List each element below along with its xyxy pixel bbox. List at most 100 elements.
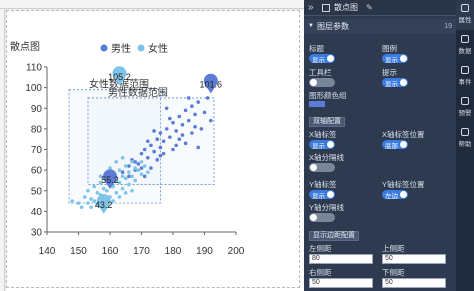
label-y-split: Y轴分隔线	[309, 203, 345, 212]
scatter-point	[79, 205, 84, 210]
scatter-point	[193, 125, 197, 129]
region-label: 男性数据范围	[108, 86, 168, 99]
scatter-point	[130, 174, 134, 179]
scatter-point	[199, 127, 204, 131]
tab-events[interactable]: 事件	[456, 62, 474, 92]
scatter-point	[108, 166, 112, 170]
bottom-margin-input[interactable]: 50	[382, 278, 446, 288]
scatter-point	[120, 170, 125, 174]
toggle-y-tick[interactable]: 显示	[309, 190, 335, 200]
chart-legend[interactable]: 男性 女性	[100, 42, 169, 55]
label-left-margin: 左侧距	[309, 244, 332, 253]
expand-icon: ▼	[308, 23, 314, 29]
scatter-point	[120, 155, 125, 160]
scatter-point	[161, 151, 166, 156]
scatter-point	[149, 166, 153, 170]
scatter-point	[86, 201, 90, 205]
edit-icon[interactable]: ✎	[366, 3, 373, 12]
label-bottom-margin: 下侧距	[382, 268, 405, 277]
color-group-swatch[interactable]	[309, 101, 325, 107]
scatter-point	[76, 201, 81, 205]
scatter-point	[161, 139, 166, 144]
scatter-point	[190, 131, 194, 135]
x-tick-label: 140	[39, 246, 56, 257]
scatter-point	[158, 153, 163, 158]
scatter-point	[123, 176, 128, 181]
marker-pin: 101.6	[200, 73, 223, 94]
right-margin-input[interactable]: 50	[309, 278, 373, 288]
scatter-point	[70, 199, 74, 203]
data-icon	[461, 35, 469, 43]
scatter-point	[120, 174, 125, 179]
tab-help[interactable]: 帮助	[456, 124, 474, 154]
scatter-point	[174, 143, 178, 148]
scatter-point	[136, 168, 141, 172]
legend-label-male: 男性	[111, 42, 131, 55]
x-tick-label: 190	[196, 246, 213, 257]
toggle-toolbar[interactable]	[309, 78, 335, 87]
tab-properties[interactable]: 属性	[456, 0, 474, 30]
label-legend: 图例	[382, 44, 397, 53]
tab-alerts[interactable]: 预警	[456, 93, 474, 123]
scatter-point	[92, 184, 97, 189]
toggle-y-tick-pos[interactable]: 左边	[382, 190, 408, 200]
label-right-margin: 右侧距	[309, 268, 332, 277]
label-x-tick-pos: X轴标签位置	[382, 130, 425, 139]
scatter-point	[133, 178, 137, 183]
scatter-point	[136, 162, 141, 166]
scatter-point	[142, 164, 147, 168]
scatter-point	[186, 96, 191, 100]
section-layer-params[interactable]: ▼ 图层参数 19	[304, 19, 456, 33]
tab-data[interactable]: 数据	[456, 31, 474, 61]
toggle-tooltip[interactable]: 显示	[382, 78, 408, 88]
scatter-point	[95, 191, 100, 195]
dual-axis-button[interactable]: 双轴配置	[309, 117, 345, 127]
marker-pin-label: 43.2	[95, 200, 113, 210]
toggle-x-split[interactable]	[309, 163, 335, 172]
toggle-legend[interactable]: 显示	[382, 54, 408, 64]
scatter-point	[89, 205, 93, 210]
scatter-point	[142, 174, 147, 179]
scatter-point	[114, 160, 119, 164]
scatter-point	[101, 186, 106, 191]
panel-header: » 散点图 ✎	[304, 0, 456, 16]
chart-type-icon	[322, 3, 330, 12]
marker-pin-label: 55.2	[101, 175, 119, 185]
scatter-point	[120, 186, 125, 191]
scatter-point	[168, 135, 172, 139]
scatter-point	[196, 100, 200, 104]
y-tick-label: 50	[31, 186, 43, 197]
scatter-point	[177, 114, 182, 119]
scatter-point	[139, 151, 144, 156]
margin-config-button[interactable]: 显示边距配置	[309, 231, 359, 241]
scatter-point	[193, 112, 197, 117]
scatter-point	[164, 127, 169, 131]
label-y-tick-pos: Y轴标签位置	[382, 180, 425, 189]
scatter-point	[139, 172, 144, 177]
scatter-chart: 散点图 男性 女性 140 150 160 170 180 190 200 30 40 50 60 7…	[10, 40, 245, 257]
left-margin-input[interactable]: 80	[309, 254, 373, 264]
scatter-point	[133, 160, 137, 164]
help-icon	[461, 128, 469, 136]
toggle-x-tick[interactable]: 显示	[309, 140, 335, 150]
side-tab-bar: 属性 数据 事件 预警 帮助	[456, 0, 474, 291]
legend-swatch-male	[100, 44, 108, 52]
scatter-point	[83, 195, 87, 199]
chart-title: 散点图	[10, 40, 40, 53]
scatter-point	[127, 182, 131, 187]
scatter-point	[205, 96, 210, 100]
collapse-icon[interactable]: »	[308, 2, 320, 13]
top-margin-input[interactable]: 50	[382, 254, 446, 264]
marker-pin-label: 101.6	[200, 79, 223, 89]
label-x-split: X轴分隔线	[309, 153, 345, 162]
label-title: 标题	[309, 44, 324, 53]
scatter-point	[127, 174, 131, 179]
toggle-title[interactable]: 显示	[309, 54, 335, 64]
toggle-y-split[interactable]	[309, 213, 335, 222]
scatter-point	[155, 158, 160, 162]
scatter-point	[180, 122, 185, 127]
toggle-x-tick-pos[interactable]: 底部	[382, 140, 408, 150]
marker-pin-label: 105.2	[108, 72, 131, 82]
properties-icon	[461, 4, 469, 12]
scatter-point	[152, 149, 156, 154]
